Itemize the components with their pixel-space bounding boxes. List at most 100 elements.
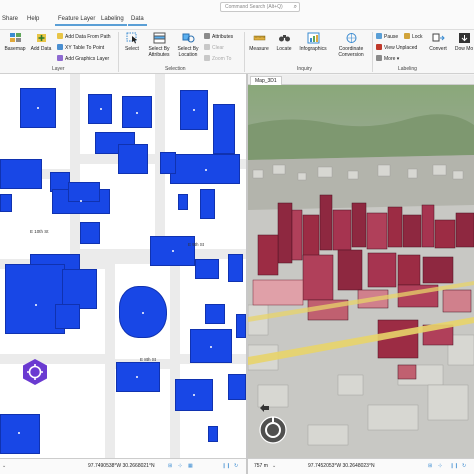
tab-feature-layer[interactable]: Feature Layer	[55, 15, 99, 26]
lock-labels-button[interactable]: Lock	[404, 33, 423, 40]
more-labeling-button[interactable]: More ▾	[376, 55, 399, 62]
app-hexagon-icon[interactable]	[22, 358, 48, 386]
street-label: E 10th St	[30, 229, 49, 234]
graphics-layer-icon	[57, 55, 63, 61]
feature-point	[18, 432, 20, 434]
constraints-icon[interactable]: ⊞	[428, 463, 432, 469]
building-footprint[interactable]	[0, 414, 40, 454]
scale-dropdown[interactable]: ⌄	[2, 463, 6, 469]
menu-share[interactable]: Share	[2, 16, 18, 22]
building-footprint[interactable]	[208, 426, 218, 442]
select-by-location-button[interactable]: Select By Location	[175, 32, 201, 58]
pause-icon	[376, 33, 382, 39]
feature-point	[37, 107, 39, 109]
add-data-icon	[36, 34, 46, 42]
feature-point	[172, 250, 174, 252]
group-label-layer: Layer	[52, 66, 65, 72]
status-bar-3d: 757 m ⌄ 97.7452053°W 30.2648023°N ⊞ ⊹ ❙❙…	[248, 458, 474, 474]
navigator-icon[interactable]	[258, 415, 288, 445]
feature-point	[100, 108, 102, 110]
pause-labeling-button[interactable]: Pause	[376, 33, 398, 40]
building-footprint[interactable]	[228, 374, 246, 400]
building-footprint[interactable]	[236, 314, 246, 338]
basemap-icon	[9, 33, 21, 42]
previous-extent-icon[interactable]	[258, 403, 270, 413]
snapping-icon[interactable]: ⊹	[438, 463, 442, 469]
map-2d-view[interactable]: E 10th St E 9th St E 8th St	[0, 74, 246, 458]
building-footprint[interactable]	[0, 159, 42, 189]
menu-bar: Share Help Feature Layer Labeling Data C…	[0, 0, 474, 30]
add-graphics-layer-label: Add Graphics Layer	[65, 56, 110, 62]
tab-map-3d[interactable]: Map_3D1	[250, 76, 282, 85]
building-footprint[interactable]	[160, 152, 176, 174]
more-icon	[376, 55, 382, 61]
group-label-labeling: Labeling	[398, 66, 417, 72]
refresh-icon[interactable]: ↻	[462, 463, 466, 469]
locate-label: Locate	[276, 46, 292, 52]
infographics-button[interactable]: Infographics	[297, 32, 329, 52]
map-3d-scene[interactable]	[248, 85, 474, 458]
download-map-button[interactable]: Dow Mo	[454, 32, 474, 52]
clear-selection-button[interactable]: Clear	[204, 44, 224, 51]
coordinate-conversion-icon	[346, 33, 356, 43]
building-footprint[interactable]	[228, 254, 243, 282]
add-graphics-layer-button[interactable]: Add Graphics Layer	[57, 55, 109, 62]
feature-point	[142, 312, 144, 314]
ribbon-separator	[372, 32, 373, 72]
refresh-icon[interactable]: ↻	[234, 463, 238, 469]
attributes-label: Attributes	[212, 34, 234, 40]
add-data-from-path-label: Add Data From Path	[65, 34, 111, 40]
add-data-from-path-button[interactable]: Add Data From Path	[57, 33, 111, 40]
building-footprint[interactable]	[116, 362, 160, 392]
coordinate-conversion-label: Coordinate Conversion	[338, 46, 364, 58]
building-footprint[interactable]	[0, 194, 12, 212]
convert-labels-button[interactable]: Convert	[426, 32, 450, 52]
building-footprint[interactable]	[68, 182, 100, 202]
coordinate-conversion-button[interactable]: Coordinate Conversion	[333, 32, 369, 58]
scale-dropdown-icon[interactable]: ⌄	[272, 463, 276, 469]
building-footprint[interactable]	[213, 104, 235, 154]
lock-icon	[404, 33, 410, 39]
pause-drawing-icon[interactable]: ❙❙	[222, 463, 230, 469]
add-data-button[interactable]: Add Data	[30, 32, 52, 52]
street-label: E 9th St	[188, 242, 205, 247]
select-button[interactable]: Select	[122, 32, 142, 52]
attributes-button[interactable]: Attributes	[204, 33, 233, 40]
grid-icon[interactable]: ▦	[188, 463, 193, 469]
scene-scale[interactable]: 757 m	[254, 463, 268, 469]
building-footprint[interactable]	[80, 222, 100, 244]
building-footprint[interactable]	[195, 259, 219, 279]
zoom-to-label: Zoom To	[212, 56, 232, 62]
pause-drawing-icon[interactable]: ❙❙	[450, 463, 458, 469]
locate-button[interactable]: Locate	[273, 32, 295, 52]
zoom-to-selection-button[interactable]: Zoom To	[204, 55, 231, 62]
basemap-button[interactable]: Basemap	[3, 32, 27, 52]
download-icon	[458, 33, 470, 43]
scene-tab-bar: Map_3D1	[248, 75, 474, 85]
feature-point	[35, 304, 37, 306]
building-footprint[interactable]	[205, 304, 225, 324]
tab-data[interactable]: Data	[128, 15, 147, 26]
menu-help[interactable]: Help	[27, 16, 39, 22]
measure-button[interactable]: Measure	[247, 32, 271, 52]
building-footprint[interactable]	[55, 304, 80, 329]
tab-labeling[interactable]: Labeling	[98, 15, 127, 26]
select-by-attributes-button[interactable]: Select By Attributes	[146, 32, 172, 58]
constraints-icon[interactable]: ⊞	[168, 463, 172, 469]
zoom-to-icon	[204, 55, 210, 61]
building-footprint[interactable]	[178, 194, 188, 210]
building-footprint[interactable]	[200, 189, 215, 219]
snapping-icon[interactable]: ⊹	[178, 463, 182, 469]
building-footprint[interactable]	[62, 269, 97, 309]
view-unplaced-button[interactable]: View Unplaced	[376, 44, 417, 51]
lock-label: Lock	[412, 34, 423, 40]
view-unplaced-icon	[376, 44, 382, 50]
status-bar-2d: ⌄ 97.7490538°W 30.2668021°N ⊞ ⊹ ▦ ❙❙ ↻	[0, 458, 246, 474]
convert-icon	[432, 33, 445, 42]
xy-table-to-point-button[interactable]: XY Table To Point	[57, 44, 104, 51]
folder-icon	[57, 33, 63, 39]
measure-ruler-icon	[253, 35, 265, 41]
building-footprint[interactable]	[118, 144, 148, 174]
feature-point	[136, 376, 138, 378]
command-search-input[interactable]: Command Search (Alt+Q) ⌕	[220, 2, 300, 12]
